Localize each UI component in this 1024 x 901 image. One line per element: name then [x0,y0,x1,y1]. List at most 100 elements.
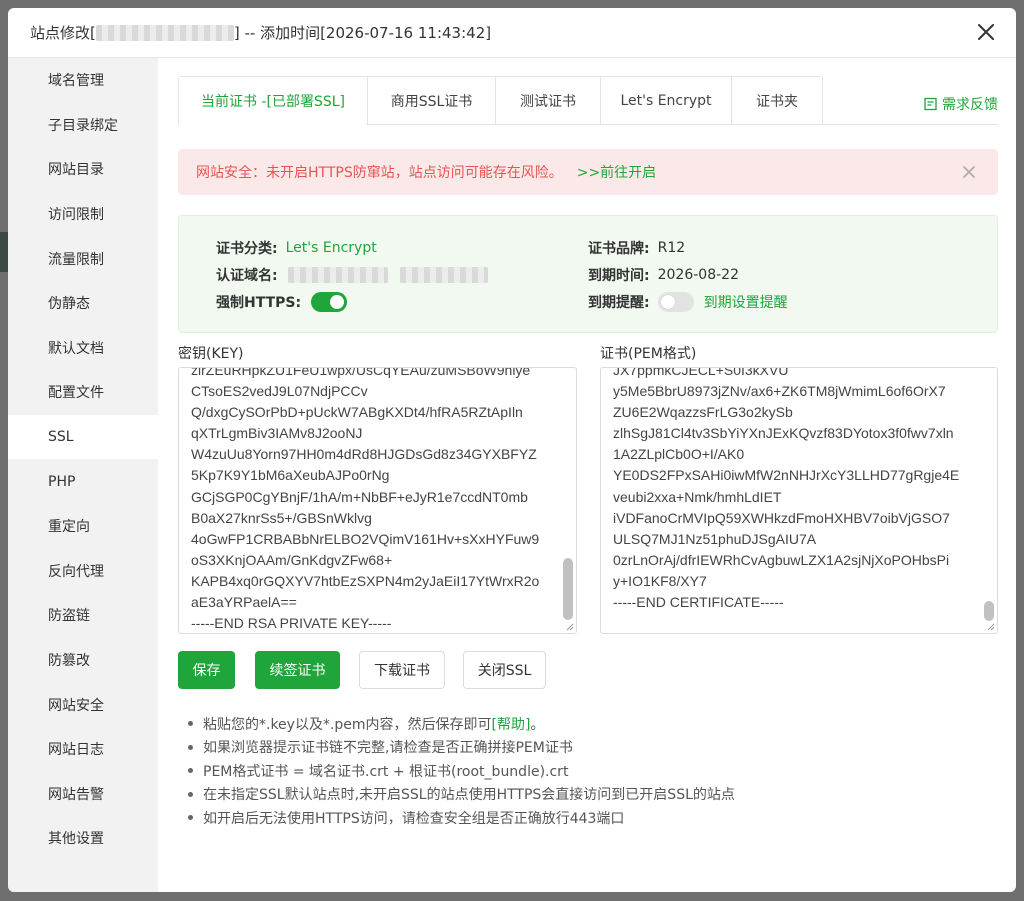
sidebar-item-site-security[interactable]: 网站安全 [8,682,158,727]
sidebar-item-label: 默认文档 [48,340,104,357]
expiry-reminder-label: 到期提醒: [588,295,650,311]
alert-close-button[interactable] [960,163,978,181]
close-ssl-button[interactable]: 关闭SSL [463,651,546,689]
sidebar-item-label: 其他设置 [48,831,104,848]
sidebar-item-label: 网站目录 [48,162,104,179]
sidebar: 域名管理 子目录绑定 网站目录 访问限制 流量限制 伪静态 默认文档 配置文件 … [8,58,158,892]
sidebar-item-rewrite[interactable]: 伪静态 [8,281,158,326]
tip-text: 粘贴您的*.key以及*.pem内容，然后保存即可 [203,716,492,733]
sidebar-item-label: 重定向 [48,519,90,536]
tip-text: 如果浏览器提示证书链不完整,请检查是否正确拼接PEM证书 [203,740,573,757]
dialog-title: 站点修改[ ] -- 添加时间[2026-07-16 11:43:42] [30,22,491,43]
bullet-dot [188,768,193,774]
dialog-header: 站点修改[ ] -- 添加时间[2026-07-16 11:43:42] [8,8,1016,58]
resize-handle-icon[interactable] [566,623,574,631]
tab-label: 测试证书 [520,93,576,110]
tab-test-cert[interactable]: 测试证书 [496,77,601,124]
sidebar-item-label: 网站告警 [48,786,104,803]
sidebar-item-php[interactable]: PHP [8,459,158,504]
sidebar-item-site-dir[interactable]: 网站目录 [8,147,158,192]
bullet-dot [188,815,193,821]
cert-scrollbar[interactable] [984,601,994,621]
list-item: 如果浏览器提示证书链不完整,请检查是否正确拼接PEM证书 [188,736,735,760]
key-textarea[interactable]: zlrZEuRHpkZU1FeU1wpx/UsCqYEAu/zuMSBoW9hi… [178,367,577,634]
tab-label: 商用SSL证书 [390,93,473,110]
ssl-panel: 当前证书 -[已部署SSL] 商用SSL证书 测试证书 Let's Encryp… [178,58,998,892]
sidebar-item-other-settings[interactable]: 其他设置 [8,816,158,861]
cert-domain-row: 认证域名: [216,265,488,285]
expiry-reminder-toggle[interactable] [657,292,694,312]
bullet-dot [188,721,193,727]
cert-label: 证书(PEM格式) [600,346,697,362]
expiry-reminder-row: 到期提醒: 到期设置提醒 [588,292,788,312]
tab-label: 证书夹 [756,93,798,110]
sidebar-item-label: 防篡改 [48,653,90,670]
tab-cert-folder[interactable]: 证书夹 [732,77,822,124]
bullet-dot [188,791,193,797]
dialog-close-button[interactable] [974,20,998,44]
sidebar-item-label: 网站安全 [48,697,104,714]
sidebar-item-config-file[interactable]: 配置文件 [8,370,158,415]
sidebar-item-label: 防盗链 [48,608,90,625]
key-scrollbar[interactable] [563,558,573,620]
sidebar-item-redirect[interactable]: 重定向 [8,504,158,549]
tab-label: 当前证书 -[已部署SSL] [201,93,345,110]
tips-list: 粘贴您的*.key以及*.pem内容，然后保存即可 [帮助] 。 如果浏览器提示… [188,712,735,830]
expiry-reminder-link[interactable]: 到期设置提醒 [704,292,788,312]
sidebar-item-traffic-limit[interactable]: 流量限制 [8,236,158,281]
alert-close-icon [963,166,975,178]
dialog-title-suffix: ] -- 添加时间[2026-07-16 11:43:42] [233,24,492,42]
save-button[interactable]: 保存 [178,651,235,689]
sidebar-item-label: SSL [48,429,74,446]
list-item: 粘贴您的*.key以及*.pem内容，然后保存即可 [帮助] 。 [188,712,735,736]
feedback-link[interactable]: 需求反馈 [924,94,998,114]
sidebar-item-label: 访问限制 [48,207,104,224]
tab-label: Let's Encrypt [620,92,712,109]
sidebar-item-label: 域名管理 [48,73,104,90]
cert-textarea[interactable]: JX7ppmkCJECL+S0I3kXVU y5Me5BbrU8973jZNv/… [600,367,998,634]
tab-lets-encrypt[interactable]: Let's Encrypt [601,77,732,124]
force-https-label: 强制HTTPS: [216,295,302,311]
expiry-value: 2026-08-22 [657,267,739,283]
cert-brand-value: R12 [657,240,686,256]
tab-commercial-ssl[interactable]: 商用SSL证书 [368,77,496,124]
sidebar-item-label: 流量限制 [48,251,104,268]
sidebar-item-ssl[interactable]: SSL [8,414,158,460]
sidebar-item-hotlink[interactable]: 防盗链 [8,593,158,638]
renew-cert-button[interactable]: 续签证书 [255,651,340,689]
download-cert-button[interactable]: 下载证书 [359,651,445,689]
help-link[interactable]: [帮助] [492,714,531,734]
tip-text: PEM格式证书 = 域名证书.crt + 根证书(root_bundle).cr… [203,763,569,780]
force-https-toggle[interactable] [311,292,348,312]
resize-handle-icon[interactable] [987,623,995,631]
sidebar-item-access-limit[interactable]: 访问限制 [8,192,158,237]
sidebar-item-label: 配置文件 [48,385,104,402]
sidebar-item-subdir[interactable]: 子目录绑定 [8,103,158,148]
cert-category-label: 证书分类: [216,241,278,257]
dialog-title-prefix: 站点修改[ [30,24,96,42]
ssl-tabs: 当前证书 -[已部署SSL] 商用SSL证书 测试证书 Let's Encryp… [178,76,823,124]
sidebar-item-domain[interactable]: 域名管理 [8,58,158,103]
list-item: 如开启后无法使用HTTPS访问，请检查安全组是否正确放行443端口 [188,806,735,830]
key-label: 密钥(KEY) [178,346,244,362]
feedback-icon [924,97,937,111]
security-alert: 网站安全：未开启HTTPS防窜站，站点访问可能存在风险。 >>前往开启 [178,149,998,195]
toggle-knob [660,295,675,309]
sidebar-item-tamper-proof[interactable]: 防篡改 [8,638,158,683]
tip-text-after: 。 [530,716,545,733]
expiry-row: 到期时间: 2026-08-22 [588,265,739,285]
sidebar-item-reverse-proxy[interactable]: 反向代理 [8,549,158,594]
cert-info-panel: 证书分类: Let's Encrypt 认证域名: 强制HTTPS: 证书品牌:… [178,215,998,333]
alert-enable-link[interactable]: >>前往开启 [577,162,656,182]
redacted-domain-1 [287,267,388,283]
sidebar-item-site-alert[interactable]: 网站告警 [8,772,158,817]
tab-current-cert[interactable]: 当前证书 -[已部署SSL] [179,77,368,124]
sidebar-item-site-log[interactable]: 网站日志 [8,727,158,772]
alert-text: 网站安全：未开启HTTPS防窜站，站点访问可能存在风险。 [196,165,563,181]
cert-category-row: 证书分类: Let's Encrypt [216,238,377,258]
sidebar-item-label: 网站日志 [48,742,104,759]
toggle-knob [330,295,345,309]
sidebar-item-label: 子目录绑定 [48,117,118,134]
sidebar-item-default-doc[interactable]: 默认文档 [8,326,158,371]
force-https-row: 强制HTTPS: [216,292,348,312]
